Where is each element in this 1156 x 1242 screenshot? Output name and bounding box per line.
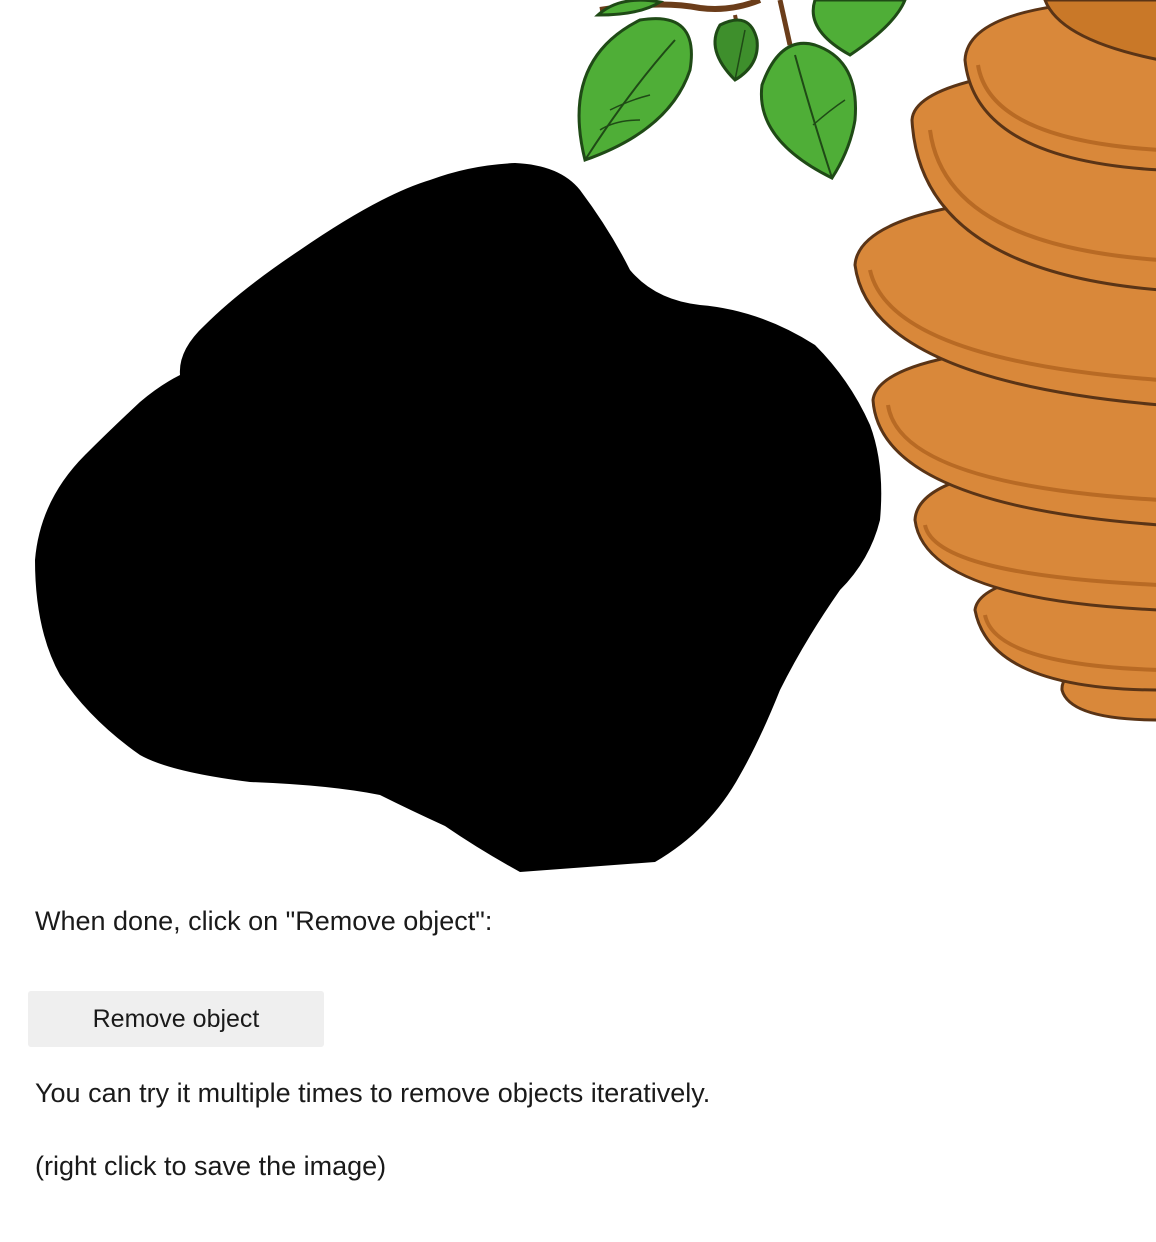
object-mask [35,163,882,872]
image-canvas[interactable] [0,0,1156,880]
instruction-text: When done, click on "Remove object": [35,906,493,936]
remove-object-button[interactable]: Remove object [28,991,324,1047]
save-note-text: (right click to save the image) [35,1151,387,1181]
leaves-illustration [577,0,907,180]
beehive-illustration [853,0,1156,722]
hint-text: You can try it multiple times to remove … [35,1078,711,1108]
